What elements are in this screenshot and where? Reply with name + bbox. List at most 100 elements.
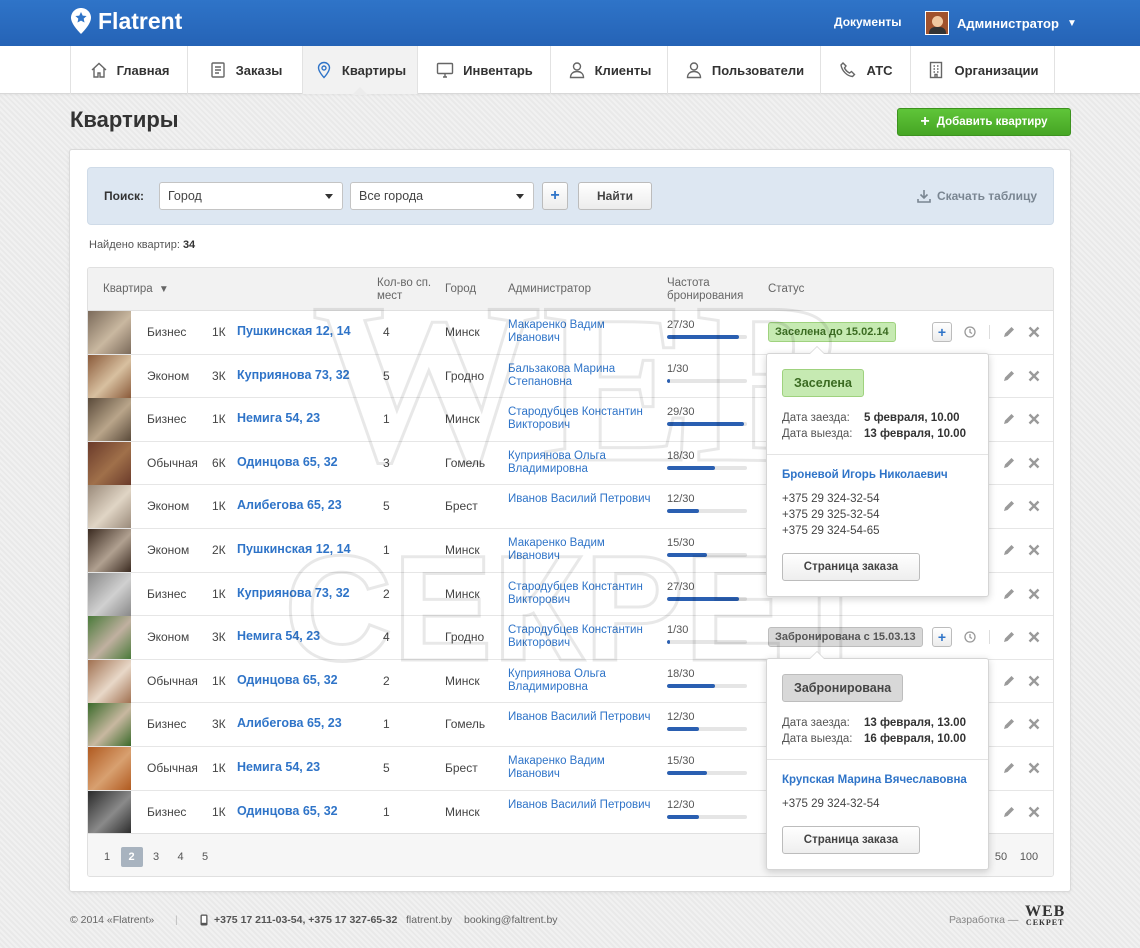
apartment-photo[interactable]: [88, 354, 131, 398]
administrator-link[interactable]: Куприянова Ольга Владимировна: [508, 450, 658, 476]
administrator-link[interactable]: Иванов Василий Петрович: [508, 711, 658, 724]
apartment-photo[interactable]: [88, 703, 131, 747]
th-apartment[interactable]: Квартира ▼: [103, 283, 169, 296]
brand-logo[interactable]: Flatrent: [70, 7, 182, 35]
apartment-photo[interactable]: [88, 311, 131, 354]
apartment-photo[interactable]: [88, 746, 131, 790]
close-icon[interactable]: [1027, 674, 1041, 688]
order-page-button[interactable]: Страница заказа: [782, 553, 920, 581]
close-icon[interactable]: [1027, 717, 1041, 731]
page-link[interactable]: 1: [96, 847, 118, 867]
pencil-icon[interactable]: [1002, 412, 1016, 426]
page-link[interactable]: 5: [194, 847, 216, 867]
pencil-icon[interactable]: [1002, 674, 1016, 688]
pencil-icon[interactable]: [1002, 587, 1016, 601]
close-icon[interactable]: [1027, 412, 1041, 426]
footer-email-link[interactable]: booking@faltrent.by: [464, 914, 558, 926]
pencil-icon[interactable]: [1002, 717, 1016, 731]
pencil-icon[interactable]: [1002, 325, 1016, 339]
nav-item-2[interactable]: Квартиры: [303, 46, 418, 95]
nav-item-3[interactable]: Инвентарь: [418, 46, 551, 94]
status-badge[interactable]: Забронирована с 15.03.13: [768, 627, 923, 648]
close-icon[interactable]: [1027, 369, 1041, 383]
search-field-select[interactable]: Город: [159, 182, 343, 210]
administrator-link[interactable]: Макаренко Вадим Иванович: [508, 537, 658, 563]
per-page-option[interactable]: 50: [990, 847, 1012, 867]
add-booking-button[interactable]: +: [932, 627, 952, 648]
apartment-address-link[interactable]: Одинцова 65, 32: [237, 455, 338, 469]
close-icon[interactable]: [1027, 630, 1041, 644]
add-apartment-button[interactable]: + Добавить квартиру: [897, 108, 1071, 136]
clock-icon[interactable]: [963, 325, 977, 339]
apartment-address-link[interactable]: Пушкинская 12, 14: [237, 324, 351, 338]
nav-item-5[interactable]: Пользователи: [668, 46, 821, 94]
pencil-icon[interactable]: [1002, 543, 1016, 557]
close-icon[interactable]: [1027, 325, 1041, 339]
pencil-icon[interactable]: [1002, 761, 1016, 775]
apartment-address-link[interactable]: Одинцова 65, 32: [237, 804, 338, 818]
developer-logo[interactable]: WEB СЕКРЕТ: [1025, 904, 1065, 928]
pencil-icon[interactable]: [1002, 369, 1016, 383]
apartment-address-link[interactable]: Немига 54, 23: [237, 411, 320, 425]
download-table-link[interactable]: Скачать таблицу: [917, 189, 1037, 203]
apartment-address-link[interactable]: Алибегова 65, 23: [237, 498, 342, 512]
clock-icon[interactable]: [963, 630, 977, 644]
close-icon[interactable]: [1027, 543, 1041, 557]
close-icon[interactable]: [1027, 456, 1041, 470]
apartment-photo[interactable]: [88, 616, 131, 660]
apartment-photo[interactable]: [88, 441, 131, 485]
popup-client-link[interactable]: Броневой Игорь Николаевич: [767, 455, 988, 481]
administrator-link[interactable]: Макаренко Вадим Иванович: [508, 755, 658, 781]
apartment-photo[interactable]: [88, 485, 131, 529]
pencil-icon[interactable]: [1002, 805, 1016, 819]
find-button[interactable]: Найти: [578, 182, 652, 210]
administrator-link[interactable]: Иванов Василий Петрович: [508, 493, 658, 506]
nav-item-6[interactable]: АТС: [821, 46, 911, 94]
nav-item-7[interactable]: Организации: [911, 46, 1055, 94]
close-icon[interactable]: [1027, 805, 1041, 819]
administrator-link[interactable]: Макаренко Вадим Иванович: [508, 319, 658, 345]
nav-item-0[interactable]: Главная: [71, 46, 188, 94]
apartment-address-link[interactable]: Куприянова 73, 32: [237, 368, 350, 382]
nav-item-4[interactable]: Клиенты: [551, 46, 668, 94]
administrator-link[interactable]: Бальзакова Марина Степановна: [508, 363, 658, 389]
administrator-link[interactable]: Куприянова Ольга Владимировна: [508, 668, 658, 694]
add-filter-button[interactable]: +: [542, 182, 568, 210]
apartment-photo[interactable]: [88, 790, 131, 834]
page-link[interactable]: 2: [120, 847, 143, 867]
city-select[interactable]: Все города: [350, 182, 534, 210]
add-booking-button[interactable]: +: [932, 322, 952, 342]
page-title: Квартиры: [70, 107, 179, 132]
per-page-option[interactable]: 100: [1018, 847, 1040, 867]
apartment-address-link[interactable]: Немига 54, 23: [237, 760, 320, 774]
administrator-link[interactable]: Стародубцев Константин Викторович: [508, 624, 658, 650]
apartment-address-link[interactable]: Одинцова 65, 32: [237, 673, 338, 687]
page-link[interactable]: 4: [170, 847, 192, 867]
close-icon[interactable]: [1027, 761, 1041, 775]
administrator-link[interactable]: Иванов Василий Петрович: [508, 799, 658, 812]
apartment-type: Бизнес: [147, 325, 187, 339]
close-icon[interactable]: [1027, 499, 1041, 513]
apartment-address-link[interactable]: Немига 54, 23: [237, 629, 320, 643]
apartment-address-link[interactable]: Пушкинская 12, 14: [237, 542, 351, 556]
apartment-photo[interactable]: [88, 572, 131, 616]
order-page-button[interactable]: Страница заказа: [782, 826, 920, 854]
apartment-photo[interactable]: [88, 398, 131, 442]
page-link[interactable]: 3: [145, 847, 167, 867]
documents-link[interactable]: Документы: [834, 15, 901, 29]
status-badge[interactable]: Заселена до 15.02.14: [768, 322, 896, 342]
footer-site-link[interactable]: flatrent.by: [406, 914, 452, 926]
admin-menu[interactable]: Администратор ▼: [925, 11, 1077, 35]
pencil-icon[interactable]: [1002, 456, 1016, 470]
apartment-address-link[interactable]: Алибегова 65, 23: [237, 716, 342, 730]
apartment-photo[interactable]: [88, 528, 131, 572]
apartment-photo[interactable]: [88, 659, 131, 703]
pencil-icon[interactable]: [1002, 499, 1016, 513]
nav-item-1[interactable]: Заказы: [188, 46, 303, 94]
apartment-address-link[interactable]: Куприянова 73, 32: [237, 586, 350, 600]
pencil-icon[interactable]: [1002, 630, 1016, 644]
popup-client-link[interactable]: Крупская Марина Вячеславовна: [767, 760, 988, 786]
administrator-link[interactable]: Стародубцев Константин Викторович: [508, 406, 658, 432]
administrator-link[interactable]: Стародубцев Константин Викторович: [508, 581, 658, 607]
close-icon[interactable]: [1027, 587, 1041, 601]
